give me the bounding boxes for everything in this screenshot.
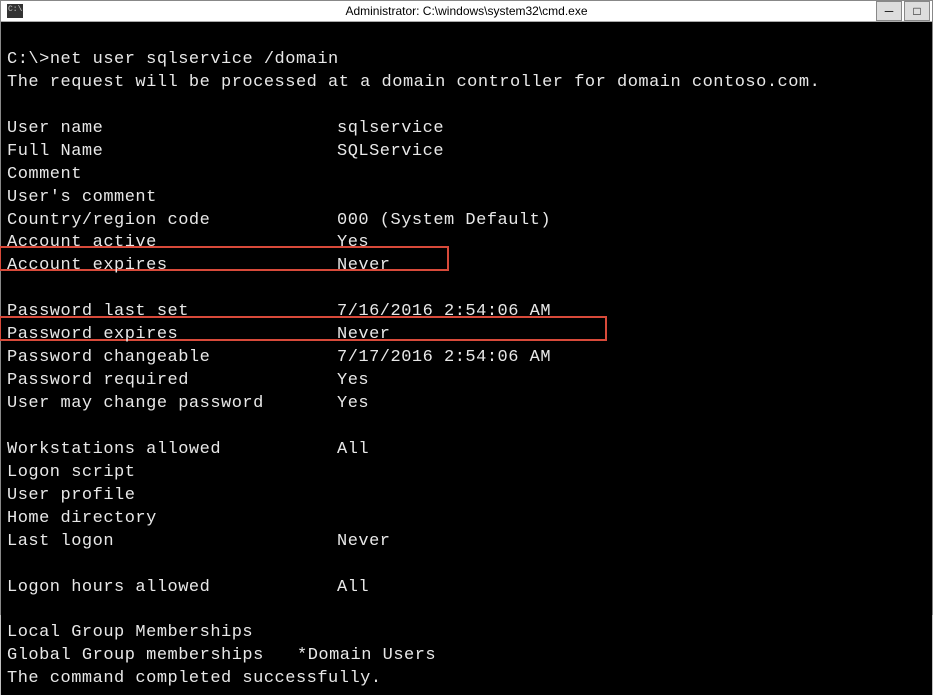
titlebar[interactable]: Administrator: C:\windows\system32\cmd.e… [1,1,932,22]
pwd-required-value: Yes [337,371,369,390]
user-name-label: User name [7,118,337,141]
terminal-output[interactable]: C:\>net user sqlservice /domain The reque… [1,22,932,695]
pwd-last-set-value: 7/16/2016 2:54:06 AM [337,302,551,321]
workstations-label: Workstations allowed [7,439,337,462]
global-group-value: *Domain Users [297,646,436,665]
pwd-expires-label: Password expires [7,324,337,347]
pwd-last-set-label: Password last set [7,301,337,324]
processing-message: The request will be processed at a domai… [7,72,926,95]
cmd-window: Administrator: C:\windows\system32\cmd.e… [0,0,933,615]
pwd-changeable-value: 7/17/2016 2:54:06 AM [337,348,551,367]
comment-label: Comment [7,164,337,187]
home-dir-label: Home directory [7,508,337,531]
account-active-value: Yes [337,233,369,252]
maximize-button[interactable]: □ [904,1,930,21]
country-label: Country/region code [7,210,337,233]
account-expires-label: Account expires [7,255,337,278]
logon-hours-label: Logon hours allowed [7,577,337,600]
local-group-label: Local Group Memberships [7,622,297,645]
cmd-icon [7,4,23,18]
global-group-label: Global Group memberships [7,645,297,668]
prompt-prefix: C:\> [7,50,50,69]
user-may-change-label: User may change password [7,393,337,416]
logon-script-label: Logon script [7,462,337,485]
last-logon-label: Last logon [7,531,337,554]
workstations-value: All [337,440,369,459]
pwd-required-label: Password required [7,370,337,393]
full-name-label: Full Name [7,141,337,164]
user-name-value: sqlservice [337,119,444,138]
user-profile-label: User profile [7,485,337,508]
window-title: Administrator: C:\windows\system32\cmd.e… [345,4,587,18]
users-comment-label: User's comment [7,187,337,210]
user-may-change-value: Yes [337,394,369,413]
logon-hours-value: All [337,578,369,597]
completion-message: The command completed successfully. [7,668,926,691]
account-active-label: Account active [7,232,337,255]
last-logon-value: Never [337,532,391,551]
account-expires-value: Never [337,256,391,275]
pwd-expires-value: Never [337,325,391,344]
minimize-button[interactable]: ─ [876,1,902,21]
pwd-changeable-label: Password changeable [7,347,337,370]
command-text: net user sqlservice /domain [50,50,339,69]
country-value: 000 (System Default) [337,211,551,230]
full-name-value: SQLService [337,142,444,161]
